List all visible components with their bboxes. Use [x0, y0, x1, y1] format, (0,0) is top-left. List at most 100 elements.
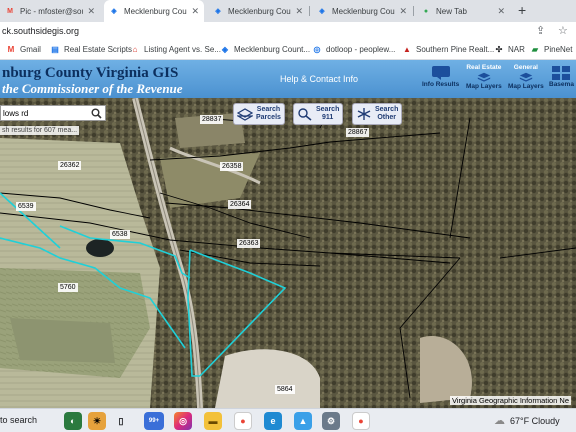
browser-tab-strip: M Pic - mfoster@sout ✕ ◈ Mecklenburg Cou…: [0, 0, 576, 22]
close-icon[interactable]: ✕: [399, 6, 407, 17]
settings-icon[interactable]: ⚙: [322, 412, 340, 430]
parcel-label[interactable]: 26358: [220, 162, 244, 171]
general-label-2: Map Layers: [508, 83, 544, 90]
basemap-icon: [552, 66, 571, 80]
bookmarks-bar: M Gmail ▤ Real Estate Scripts ⌂ Listing …: [0, 40, 576, 60]
weather-icon: ☁: [494, 415, 505, 427]
tab-label: Mecklenburg Coun: [228, 6, 292, 16]
chrome-icon[interactable]: ●: [234, 412, 252, 430]
basemap-label: Basema: [549, 81, 574, 88]
news-icon[interactable]: 99+: [144, 412, 164, 430]
search-911-button[interactable]: Search 911: [293, 103, 344, 125]
tab-label: Mecklenburg Coun: [332, 6, 396, 16]
file-explorer-icon[interactable]: ▬: [204, 412, 222, 430]
help-contact-link[interactable]: Help & Contact Info: [280, 74, 358, 84]
search-911-icon: [298, 108, 312, 121]
parcel-label[interactable]: 5864: [275, 385, 295, 394]
gmail-icon: M: [7, 7, 13, 15]
parcel-label[interactable]: 26362: [58, 161, 82, 170]
parcel-label[interactable]: 6539: [16, 202, 36, 211]
bookmark-label: Real Estate Scripts: [64, 44, 133, 54]
info-results-icon: [431, 66, 450, 80]
taskbar-search[interactable]: to search: [0, 415, 37, 425]
parcel-label[interactable]: 28837: [200, 115, 224, 124]
windows-taskbar: to search ◐ ☀ ▯ 99+ ◎ ▬ ● e ▲ ⚙ ● ☁ 67°F…: [0, 408, 576, 432]
instagram-icon[interactable]: ◎: [174, 412, 192, 430]
map-attribution: Virginia Geographic Information Ne: [450, 396, 572, 405]
info-results-label: Info Results: [422, 81, 460, 88]
close-icon[interactable]: ✕: [497, 6, 505, 17]
bookmark-pinenet[interactable]: ▰ PineNet: [530, 44, 573, 54]
parcel-label[interactable]: 6538: [110, 230, 130, 239]
map-canvas[interactable]: sh results for 607 mea... SearchParcels …: [0, 98, 576, 408]
bookmark-label: PineNet: [544, 44, 573, 54]
dotloop-icon: ◎: [313, 44, 321, 54]
weather-status[interactable]: 67°F Cloudy: [510, 416, 560, 426]
chrome-icon: ●: [423, 7, 429, 15]
basemap-button[interactable]: Basema: [549, 64, 574, 88]
search-other-button[interactable]: Search Other: [352, 103, 403, 125]
url-text[interactable]: ck.southsidegis.org: [2, 26, 79, 36]
bookmark-mecklenburg[interactable]: ◈ Mecklenburg Count...: [220, 44, 310, 54]
bookmark-gmail[interactable]: M Gmail: [6, 44, 41, 54]
bookmark-label: NAR: [508, 44, 525, 54]
task-view-icon[interactable]: ▯: [112, 412, 130, 430]
search-icon[interactable]: [91, 108, 102, 119]
search-results-text[interactable]: sh results for 607 mea...: [0, 126, 80, 135]
gmail-icon: M: [7, 44, 15, 54]
general-layers-button[interactable]: General Map Layers: [508, 64, 544, 90]
address-search-box: [0, 105, 106, 121]
bookmark-label: Southern Pine Realt...: [416, 44, 495, 54]
share-icon[interactable]: ⇪: [536, 24, 545, 37]
tab-new-tab[interactable]: ● New Tab ✕: [416, 0, 510, 22]
parcel-label[interactable]: 28867: [346, 128, 370, 137]
search-parcels-button[interactable]: Search Parcels: [233, 103, 285, 125]
new-tab-plus-icon[interactable]: +: [518, 2, 526, 18]
tab-mecklenburg-active[interactable]: ◈ Mecklenburg Coun ✕: [104, 0, 204, 22]
real-estate-layers-button[interactable]: Real Estate Map Layers: [466, 64, 502, 90]
close-icon[interactable]: ✕: [295, 6, 303, 17]
tag-icon: ⌂: [132, 44, 138, 54]
gis-header: nburg County Virginia GIS the Commission…: [0, 60, 576, 98]
bookmark-real-estate-scripts[interactable]: ▤ Real Estate Scripts: [50, 44, 132, 54]
notification-badge: 99+: [148, 418, 160, 424]
tab-gmail[interactable]: M Pic - mfoster@sout ✕: [0, 0, 100, 22]
weather-widget-icon[interactable]: ☀: [88, 412, 106, 430]
bookmark-label: Gmail: [20, 44, 41, 54]
gis-icon: ◈: [111, 8, 117, 15]
doc-icon: ▤: [51, 44, 59, 54]
real-estate-layers-icon: [477, 72, 491, 82]
chrome-profile-icon[interactable]: ●: [352, 412, 370, 430]
bookmark-dotloop[interactable]: ◎ dotloop - peoplew...: [312, 44, 396, 54]
close-icon[interactable]: ✕: [191, 6, 199, 17]
parcel-label[interactable]: 26364: [228, 200, 252, 209]
widgets-icon[interactable]: ◐: [64, 412, 82, 430]
page-subtitle: the Commissioner of the Revenue: [2, 81, 183, 96]
page-title: nburg County Virginia GIS: [2, 65, 179, 81]
search-parcels-icon: [237, 108, 253, 121]
general-layers-icon: [519, 72, 533, 82]
search-input[interactable]: [3, 107, 83, 120]
info-results-button[interactable]: Info Results: [422, 64, 459, 88]
real-estate-label-1: Real Estate: [466, 64, 502, 71]
tab-mecklenburg-2[interactable]: ◈ Mecklenburg Coun ✕: [208, 0, 308, 22]
bookmark-southern-pine[interactable]: ▲ Southern Pine Realt...: [402, 44, 494, 54]
parcel-label[interactable]: 5760: [58, 283, 78, 292]
tab-mecklenburg-3[interactable]: ◈ Mecklenburg Coun ✕: [312, 0, 412, 22]
bookmark-label: dotloop - peoplew...: [326, 44, 396, 54]
photos-icon[interactable]: ▲: [294, 412, 312, 430]
parcel-label[interactable]: 26363: [237, 239, 261, 248]
tab-label: Mecklenburg Coun: [124, 6, 188, 16]
gis-icon: ◈: [215, 8, 221, 15]
bookmark-nar[interactable]: ✣ NAR: [494, 44, 525, 54]
bookmark-label: Listing Agent vs. Se...: [144, 44, 221, 54]
edge-icon[interactable]: e: [264, 412, 282, 430]
star-icon[interactable]: ☆: [558, 24, 568, 37]
tab-separator: [413, 6, 414, 16]
bookmark-label: Mecklenburg Count...: [234, 44, 311, 54]
bookmark-listing-agent[interactable]: ⌂ Listing Agent vs. Se...: [130, 44, 221, 54]
pinenet-icon: ▰: [531, 44, 539, 54]
address-bar[interactable]: ck.southsidegis.org ⇪ ☆: [0, 22, 576, 40]
tab-separator: [309, 6, 310, 16]
close-icon[interactable]: ✕: [87, 6, 95, 17]
